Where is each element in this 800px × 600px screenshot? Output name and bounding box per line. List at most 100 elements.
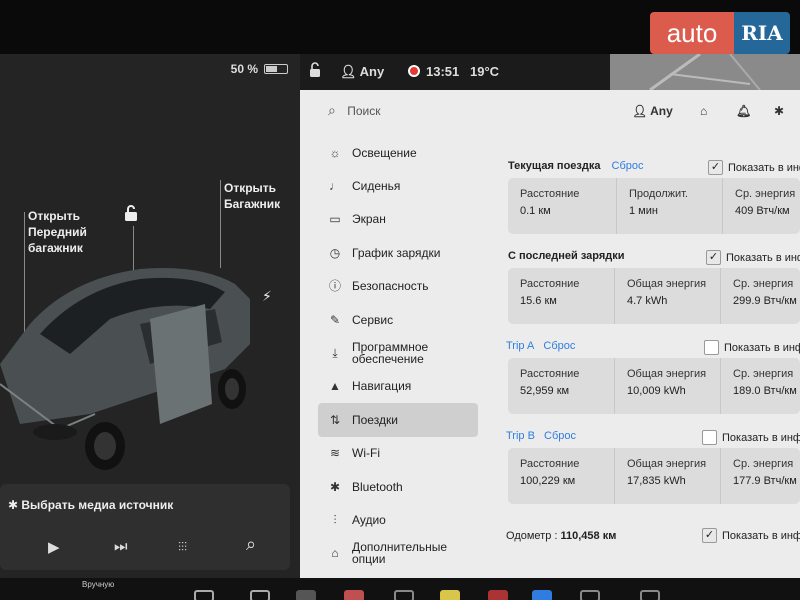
user-icon: 👤︎	[632, 104, 648, 118]
settings-window: ⌕ Поиск 👤︎ Any ⌂ 🔔︎ ✱ ☼ Освещение ♩ Сидень…	[300, 90, 800, 578]
stat-value: 100,229 км	[520, 475, 576, 487]
stat-label: Расстояние	[520, 458, 580, 470]
unlock-car-icon[interactable]	[122, 204, 140, 227]
trip-b-name[interactable]: Trip B	[506, 430, 535, 442]
nav-charging-schedule[interactable]: ◷ График зарядки	[318, 236, 478, 269]
status-bar: 👤︎ Any 13:51 19°C	[300, 54, 800, 90]
equalizer-icon: ⫶	[333, 512, 337, 527]
nav-label: Wi-Fi	[352, 446, 380, 461]
download-icon: ⤓	[332, 346, 338, 361]
nav-trips[interactable]: ⇅ Поездки	[318, 403, 478, 437]
open-trunk-button[interactable]: Открыть Багажник	[224, 180, 290, 212]
search-icon: ⌕	[328, 102, 336, 118]
stat-label: Общая энергия	[627, 368, 707, 380]
home-icon[interactable]: ⌂	[700, 104, 707, 118]
lock-status-icon[interactable]	[308, 62, 322, 81]
clock-icon: ◷	[329, 245, 341, 260]
stat-value: 15.6 км	[520, 295, 557, 307]
since-charge-show-checkbox[interactable]: ✓ Показать в инф.	[706, 250, 800, 265]
stat-cell: Общая энергия 4.7 kWh	[614, 268, 720, 324]
trip-b-show-checkbox[interactable]: Показать в инф. о	[702, 430, 800, 445]
trip-b-card: Расстояние 100,229 км Общая энергия 17,835…	[508, 448, 800, 504]
odometer-show-checkbox[interactable]: ✓ Показать в инф. о	[702, 528, 800, 543]
select-media-source[interactable]: ✱ Выбрать медиа источник	[8, 498, 173, 512]
next-track-button[interactable]: ⏭	[114, 538, 128, 555]
nav-label: Аудио	[352, 512, 386, 527]
checkbox-label: Показать в инф. о	[722, 431, 800, 444]
bluetooth-icon[interactable]: ✱	[774, 104, 784, 118]
trip-a-name[interactable]: Trip A	[506, 340, 534, 352]
stat-cell: Общая энергия 17,835 kWh	[614, 448, 720, 504]
stat-cell: Общая энергия 10,009 kWh	[614, 358, 720, 414]
current-trip-show-checkbox[interactable]: ✓ Показать в инф.	[708, 160, 800, 175]
current-trip-reset[interactable]: Сброс	[612, 160, 644, 172]
stat-label: Общая энергия	[627, 278, 707, 290]
nav-wifi[interactable]: ≋ Wi-Fi	[318, 437, 478, 470]
upgrades-icon: ⌂	[331, 546, 339, 561]
equalizer-button[interactable]: ⫶⫶⫶	[178, 540, 187, 555]
battery-percent: 50 %	[230, 62, 258, 76]
odometer-label: Одометр :	[506, 530, 558, 542]
nav-service[interactable]: ✎ Сервис	[318, 303, 478, 336]
nav-lighting[interactable]: ☼ Освещение	[318, 136, 478, 169]
fan-icon[interactable]	[296, 590, 316, 600]
trip-b-reset[interactable]: Сброс	[544, 430, 576, 442]
watermark-ria-text: RIA	[734, 12, 790, 54]
bluetooth-dock-icon[interactable]	[532, 590, 552, 600]
media-search-button[interactable]: ⌕	[246, 534, 256, 555]
stat-value: 177.9 Втч/км	[733, 475, 797, 487]
watermark-auto-text: auto	[650, 12, 734, 54]
bluetooth-icon: ✱	[329, 479, 341, 494]
stat-label: Ср. энергия	[735, 188, 796, 200]
toybox-icon[interactable]	[440, 590, 460, 600]
stat-label: Ср. энергия	[733, 368, 794, 380]
nav-label: График зарядки	[352, 245, 441, 260]
nav-label: Программное обеспечение	[352, 340, 429, 367]
nav-seats[interactable]: ♩ Сиденья	[318, 169, 478, 202]
stat-value: 1 мин	[629, 205, 658, 217]
map-thumbnail[interactable]	[610, 54, 800, 90]
nav-audio[interactable]: ⫶ Аудио	[318, 503, 478, 536]
trip-a-show-checkbox[interactable]: Показать в инф. о	[704, 340, 800, 355]
seat-heater-icon[interactable]	[194, 590, 214, 600]
odometer: Одометр : 110,458 км	[506, 530, 616, 542]
nav-software[interactable]: ⤓ Программное обеспечение	[318, 336, 478, 369]
open-frunk-label: Открыть Передний багажник	[28, 209, 87, 255]
header-profile[interactable]: 👤︎ Any	[632, 104, 673, 118]
profile-button[interactable]: 👤︎ Any	[340, 64, 384, 80]
dashcam-record[interactable]: 13:51	[408, 64, 459, 79]
open-frunk-button[interactable]: Открыть Передний багажник	[28, 208, 108, 256]
bell-icon[interactable]: 🔔︎	[736, 104, 751, 118]
nav-display[interactable]: ▭ Экран	[318, 203, 478, 236]
nav-additional-options[interactable]: ⌂ Дополнительные опции	[318, 537, 478, 570]
volume-icon[interactable]	[640, 590, 660, 600]
stat-value: 0.1 км	[520, 205, 551, 217]
defrost-icon[interactable]	[250, 590, 270, 600]
wifi-icon: ≋	[329, 446, 341, 461]
stat-value: 52,959 км	[520, 385, 570, 397]
nav-label: Дополнительные опции	[352, 540, 447, 567]
nav-safety[interactable]: ⓘ Безопасность	[318, 270, 478, 303]
play-button[interactable]: ▶	[48, 538, 60, 556]
current-trip-card: Расстояние 0.1 км Продолжит. 1 мин Ср. эне…	[508, 178, 800, 234]
nav-bluetooth[interactable]: ✱ Bluetooth	[318, 470, 478, 503]
stat-cell: Расстояние 52,959 км	[508, 358, 614, 414]
wrench-icon: ✎	[329, 312, 341, 327]
music-icon[interactable]	[488, 590, 508, 600]
stat-cell: Расстояние 0.1 км	[508, 178, 616, 234]
trip-a-reset[interactable]: Сброс	[543, 340, 575, 352]
lighting-icon: ☼	[329, 145, 341, 160]
media-player: ✱ Выбрать медиа источник ▶ ⏭ ⫶⫶⫶ ⌕	[0, 484, 290, 570]
section-title-text: Текущая поездка	[508, 160, 601, 172]
checkbox-label: Показать в инф.	[726, 251, 800, 264]
odometer-value: 110,458 км	[560, 530, 617, 542]
camera-icon[interactable]	[344, 590, 364, 600]
search-field[interactable]: ⌕ Поиск	[328, 102, 380, 119]
apps-icon[interactable]	[580, 590, 600, 600]
checkbox-checked: ✓	[708, 160, 723, 175]
stat-label: Общая энергия	[627, 458, 707, 470]
nav-navigation[interactable]: ▲ Навигация	[318, 370, 478, 403]
seat-icon: ♩	[329, 179, 341, 194]
calendar-icon[interactable]	[394, 590, 414, 600]
settings-nav: ☼ Освещение ♩ Сиденья ▭ Экран ◷ График заряд…	[318, 136, 478, 570]
